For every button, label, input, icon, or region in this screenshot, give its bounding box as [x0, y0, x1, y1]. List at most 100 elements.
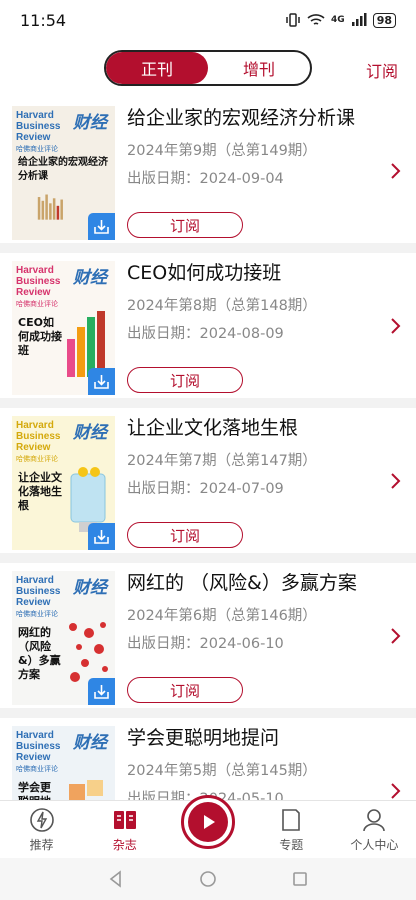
issue-card[interactable]: Harvard Business Review 哈佛商业评论 财经 让企业文化落…	[0, 408, 416, 553]
subscribe-button[interactable]: 订阅	[127, 367, 243, 393]
issue-number: 2024年第5期（总第145期）	[127, 763, 317, 779]
chevron-right-icon[interactable]	[390, 627, 402, 645]
cover-hbr-text: Harvard Business Review	[16, 730, 61, 763]
issue-date: 出版日期：2024-07-09	[127, 481, 284, 497]
bottom-tab-bar: 推荐 杂志 专题 个人中心	[0, 795, 416, 858]
issue-cover[interactable]: Harvard Business Review 哈佛商业评论 财经 网红的（风险…	[12, 571, 115, 705]
issue-title: 让企业文化落地生根	[127, 417, 299, 439]
issue-info: 给企业家的宏观经济分析课 2024年第9期（总第149期） 出版日期：2024-…	[127, 104, 377, 190]
cover-title: 学会更聪明地提问	[18, 781, 51, 800]
issue-info: 学会更聪明地提问 2024年第5期（总第145期） 出版日期：2024-05-1…	[127, 724, 377, 800]
magazine-screen: 11:54 4G 98 正刊 增刊 订阅 Harvard Business Re…	[0, 0, 416, 900]
status-time: 11:54	[20, 10, 67, 30]
play-icon	[204, 815, 215, 829]
issue-number: 2024年第9期（总第149期）	[127, 143, 317, 159]
cover-logo: 财经	[73, 733, 107, 753]
issue-title: 给企业家的宏观经济分析课	[127, 107, 356, 129]
issue-info: CEO如何成功接班 2024年第8期（总第148期） 出版日期：2024-08-…	[127, 259, 377, 345]
cover-cn-text: 哈佛商业评论	[16, 145, 58, 153]
network-type: 4G	[331, 15, 345, 25]
issue-title: 学会更聪明地提问	[127, 727, 280, 749]
chevron-right-icon[interactable]	[390, 162, 402, 180]
issue-number: 2024年第8期（总第148期）	[127, 298, 317, 314]
subscribe-link[interactable]: 订阅	[366, 58, 398, 82]
tab-special-issue[interactable]: 增刊	[208, 52, 310, 84]
play-button[interactable]	[181, 795, 235, 849]
chevron-right-icon[interactable]	[390, 472, 402, 490]
issue-cover[interactable]: Harvard Business Review 哈佛商业评论 财经 学会更聪明地…	[12, 726, 115, 800]
status-bar: 11:54 4G 98	[0, 0, 416, 40]
issue-date: 出版日期：2024-05-10	[127, 788, 377, 800]
cover-logo: 财经	[73, 578, 107, 598]
user-icon	[363, 809, 386, 832]
tab-label: 杂志	[112, 838, 137, 852]
battery-indicator: 98	[372, 12, 396, 28]
issue-cover[interactable]: Harvard Business Review 哈佛商业评论 财经 让企业文化落…	[12, 416, 115, 550]
wifi-icon	[307, 14, 325, 25]
status-icons: 4G 98	[285, 12, 396, 28]
cover-art	[69, 780, 103, 800]
cover-cn-text: 哈佛商业评论	[16, 300, 58, 308]
cover-logo: 财经	[73, 113, 107, 133]
download-button[interactable]	[88, 678, 115, 705]
cover-title: 让企业文化落地生根	[18, 471, 62, 512]
home-icon[interactable]	[199, 870, 217, 888]
issue-card[interactable]: Harvard Business Review 哈佛商业评论 财经 CEO如何成…	[0, 253, 416, 398]
issue-card[interactable]: Harvard Business Review 哈佛商业评论 财经 学会更聪明地…	[0, 718, 416, 800]
download-button[interactable]	[88, 368, 115, 395]
download-icon	[94, 220, 109, 234]
tab-label: 专题	[279, 838, 304, 852]
download-button[interactable]	[88, 213, 115, 240]
issue-number: 2024年第7期（总第147期）	[127, 453, 317, 469]
cover-hbr-text: Harvard Business Review	[16, 265, 61, 298]
cover-cn-text: 哈佛商业评论	[16, 610, 58, 618]
cover-title: CEO如何成功接班	[18, 316, 62, 357]
issue-list: Harvard Business Review 哈佛商业评论 财经 给企业家的宏…	[0, 98, 416, 800]
cover-cn-text: 哈佛商业评论	[16, 455, 58, 463]
tab-label: 个人中心	[350, 838, 399, 852]
back-icon[interactable]	[107, 870, 125, 888]
tab-recommend[interactable]: 推荐	[0, 801, 83, 858]
magazine-icon	[113, 811, 136, 829]
issue-cover[interactable]: Harvard Business Review 哈佛商业评论 财经 CEO如何成…	[12, 261, 115, 395]
issue-card[interactable]: Harvard Business Review 哈佛商业评论 财经 网红的（风险…	[0, 563, 416, 708]
subscribe-button[interactable]: 订阅	[127, 212, 243, 238]
recents-icon[interactable]	[291, 870, 309, 888]
tab-label: 推荐	[29, 838, 54, 852]
cover-cn-text: 哈佛商业评论	[16, 765, 58, 773]
tab-topic[interactable]: 专题	[250, 801, 333, 858]
issue-date: 出版日期：2024-09-04	[127, 171, 284, 187]
cover-hbr-text: Harvard Business Review	[16, 420, 61, 453]
download-icon	[94, 530, 109, 544]
vibrate-icon	[286, 13, 300, 27]
cover-art	[37, 194, 63, 220]
topic-icon	[282, 809, 301, 831]
cover-logo: 财经	[73, 268, 107, 288]
download-icon	[94, 685, 109, 699]
issue-date: 出版日期：2024-08-09	[127, 326, 284, 342]
system-nav-bar	[0, 858, 416, 900]
header: 正刊 增刊 订阅	[0, 40, 416, 98]
issue-type-toggle: 正刊 增刊	[104, 50, 312, 86]
issue-cover[interactable]: Harvard Business Review 哈佛商业评论 财经 给企业家的宏…	[12, 106, 115, 240]
issue-title: CEO如何成功接班	[127, 262, 282, 284]
tab-magazine[interactable]: 杂志	[83, 801, 166, 858]
issue-info: 让企业文化落地生根 2024年第7期（总第147期） 出版日期：2024-07-…	[127, 414, 377, 500]
chevron-right-icon[interactable]	[390, 782, 402, 800]
cover-title: 给企业家的宏观经济分析课	[18, 157, 108, 182]
cover-title: 网红的（风险&）多赢方案	[18, 626, 61, 681]
issue-card[interactable]: Harvard Business Review 哈佛商业评论 财经 给企业家的宏…	[0, 98, 416, 243]
download-button[interactable]	[88, 523, 115, 550]
subscribe-button[interactable]: 订阅	[127, 677, 243, 703]
issue-title: 网红的 （风险&）多赢方案	[127, 572, 357, 594]
cover-hbr-text: Harvard Business Review	[16, 575, 61, 608]
cover-logo: 财经	[73, 423, 107, 443]
download-icon	[94, 375, 109, 389]
issue-number: 2024年第6期（总第146期）	[127, 608, 317, 624]
subscribe-button[interactable]: 订阅	[127, 522, 243, 548]
issue-info: 网红的 （风险&）多赢方案 2024年第6期（总第146期） 出版日期：2024…	[127, 569, 377, 655]
tab-profile[interactable]: 个人中心	[333, 801, 416, 858]
chevron-right-icon[interactable]	[390, 317, 402, 335]
tab-regular-issue[interactable]: 正刊	[106, 52, 208, 84]
tab-player[interactable]	[166, 795, 249, 858]
